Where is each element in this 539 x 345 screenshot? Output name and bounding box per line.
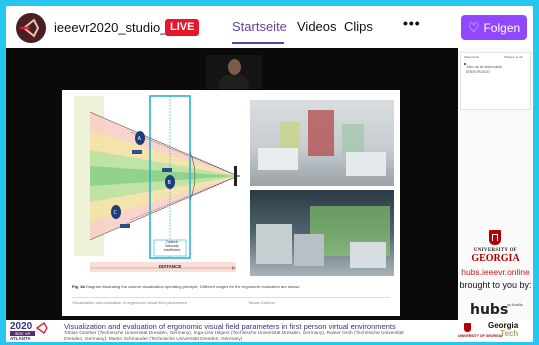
tab-clips[interactable]: Clips <box>344 19 373 34</box>
channel-header: ieeevr2020_studio_1 LIVE Startseite Vide… <box>6 6 533 48</box>
active-tab-indicator <box>232 42 284 44</box>
live-badge: LIVE <box>165 19 200 36</box>
distance-label: DISTANCE <box>158 264 182 269</box>
video-player[interactable]: A B C Optimal Narrowly Insufficient DIST… <box>6 48 458 320</box>
chat-header-left: Shared link <box>464 55 480 59</box>
visual-field-diagram: A B C <box>74 95 240 272</box>
hubs-url: hubs.ieeevr.online <box>461 267 530 277</box>
ieeevr-conference-logo: 2020 IEEE VR ATLANTA <box>10 321 56 341</box>
georgia-tech-logo: Georgia Tech <box>488 322 518 338</box>
speaker-body <box>219 75 249 89</box>
heart-icon: ♡ <box>467 20 480 35</box>
chat-message-line-2: IEEEVR2020 <box>466 69 490 74</box>
talk-authors: Tobias Günther (Technische Universität D… <box>64 331 404 342</box>
speaker-webcam <box>206 55 262 89</box>
brought-by-text: brought to you by: <box>459 280 532 290</box>
sponsor-sidebar: Shared link Whisper to all Join us at ww… <box>458 48 533 320</box>
follow-label: Folgen <box>483 21 521 35</box>
caption-text: Diagram illustrating the volume visualiz… <box>86 284 301 289</box>
marker-c: C <box>114 210 118 216</box>
chat-header-right: Whisper to all <box>504 55 523 59</box>
talk-title: Visualization and evaluation of ergonomi… <box>64 322 396 331</box>
speaker-head <box>228 59 241 75</box>
ieeevr-logo-icon <box>20 18 40 38</box>
hubs-by-mozilla: by Mozilla <box>507 303 523 307</box>
conf-arrow-icon <box>35 322 48 334</box>
slide-caption: Fig. 4b Diagram illustrating the volume … <box>72 284 392 289</box>
marker-a: A <box>138 136 142 142</box>
footer-uga-logo: UNIVERSITY OF GEORGIA <box>458 323 502 340</box>
chat-overlay: Shared link Whisper to all Join us at ww… <box>460 52 531 110</box>
zone-labels: Optimal Narrowly Insufficient <box>156 240 188 252</box>
slide-footer-divider <box>72 297 390 298</box>
channel-name[interactable]: ieeevr2020_studio_1 <box>54 20 175 35</box>
hubs-logo: hubs <box>470 302 509 318</box>
talk-info-footer: 2020 IEEE VR ATLANTA Visualization and e… <box>6 320 533 342</box>
tab-videos[interactable]: Videos <box>297 19 337 34</box>
tab-startseite[interactable]: Startseite <box>232 19 287 34</box>
slide-footer-right: Tobias Günther <box>248 300 276 305</box>
marker-b: B <box>168 180 172 186</box>
uga-name-line-2: GEORGIA <box>471 253 520 264</box>
zone-insufficient-label: Insufficient <box>163 248 181 252</box>
caption-figure-number: Fig. 4b <box>72 284 85 289</box>
vr-scene-photo-bottom <box>250 190 394 276</box>
uga-shield-icon <box>489 230 501 245</box>
presentation-slide: A B C Optimal Narrowly Insufficient DIST… <box>62 90 400 316</box>
gt-line-2: Tech <box>500 329 519 338</box>
slide-footer-left: Visualization and evaluation of ergonomi… <box>72 300 187 305</box>
more-menu-button[interactable]: ••• <box>403 15 421 31</box>
footer-uga-shield-icon <box>464 323 471 332</box>
channel-avatar[interactable] <box>16 13 46 43</box>
stream-page: ieeevr2020_studio_1 LIVE Startseite Vide… <box>6 6 533 342</box>
vr-scene-photo-top <box>250 100 394 186</box>
chat-header: Shared link Whisper to all <box>464 55 528 60</box>
conf-city: ATLANTA <box>10 336 31 341</box>
follow-button[interactable]: ♡ Folgen <box>461 15 527 40</box>
